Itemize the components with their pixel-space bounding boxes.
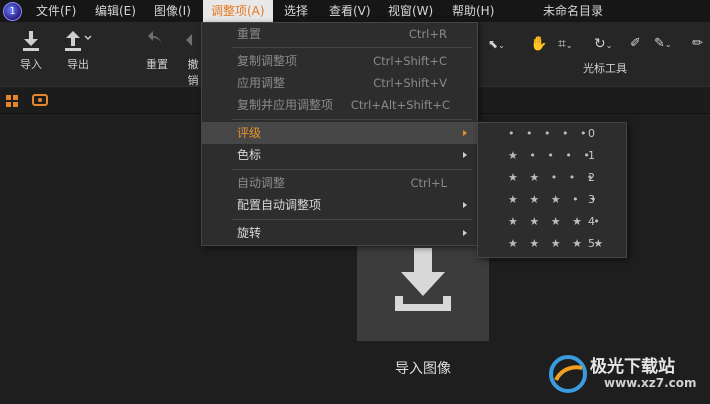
picker-tool-icon[interactable]: ✎⌄ — [654, 32, 672, 56]
menu-item-color-label[interactable]: 色标 — [202, 144, 477, 166]
menu-item-label: 应用调整 — [237, 76, 286, 90]
rating-item-0[interactable]: • • • • • 0 — [478, 123, 626, 145]
menu-adjust[interactable]: 调整项(A) — [203, 0, 273, 22]
undo-label: 撤销 — [187, 58, 199, 87]
viewer-eye-icon[interactable] — [32, 94, 48, 106]
menu-item-shortcut: Ctrl+Shift+V — [373, 76, 447, 90]
menu-item-shortcut: Ctrl+L — [410, 176, 447, 190]
export-icon — [65, 31, 92, 51]
import-image-label: 导入图像 — [395, 361, 451, 377]
app-logo-icon: 1 — [3, 2, 22, 21]
menu-item-label: 旋转 — [237, 226, 262, 240]
rating-stars: ★ ★ • • • — [508, 171, 598, 184]
adjust-menu: 重置 Ctrl+R 复制调整项 Ctrl+Shift+C 应用调整 Ctrl+S… — [201, 22, 478, 246]
rating-item-3[interactable]: ★ ★ ★ • • 3 — [478, 189, 626, 211]
document-title: 未命名目录 — [543, 4, 604, 18]
undo-icon — [186, 34, 192, 46]
watermark-url: www.xz7.com — [604, 376, 697, 390]
undo-button[interactable]: 撤销 — [184, 30, 202, 88]
rating-value: 5 — [588, 237, 595, 250]
rating-value: 4 — [588, 215, 595, 228]
menu-item-label: 复制并应用调整项 — [237, 98, 334, 112]
brush-tool-icon[interactable]: ✏ — [692, 32, 703, 56]
menu-view[interactable]: 查看(V) — [329, 0, 371, 22]
menu-item-auto-adjust[interactable]: 自动调整 Ctrl+L — [202, 172, 477, 194]
menu-item-shortcut: Ctrl+R — [408, 27, 447, 41]
rating-value: 1 — [588, 149, 595, 162]
submenu-arrow-icon — [463, 230, 467, 236]
rating-submenu: • • • • • 0 ★ • • • • 1 ★ ★ • • • 2 ★ ★ … — [477, 122, 627, 258]
submenu-arrow-icon — [463, 130, 467, 136]
watermark-name: 极光下载站 — [590, 357, 675, 377]
select-tool-icon[interactable]: ⬉⌄ — [488, 32, 505, 56]
menu-item-copy-adjustments[interactable]: 复制调整项 Ctrl+Shift+C — [202, 50, 477, 72]
menu-item-shortcut: Ctrl+Shift+C — [373, 54, 447, 68]
menu-file[interactable]: 文件(F) — [36, 0, 76, 22]
rating-stars: • • • • • — [508, 127, 591, 140]
menu-item-configure-auto-adjust[interactable]: 配置自动调整项 — [202, 194, 477, 216]
menu-select[interactable]: 选择 — [284, 0, 308, 22]
menu-help[interactable]: 帮助(H) — [452, 0, 494, 22]
rotate-tool-icon[interactable]: ↻⌄ — [594, 32, 612, 56]
menu-item-label: 复制调整项 — [237, 54, 298, 68]
menu-bar: 1 文件(F) 编辑(E) 图像(I) 调整项(A) 选择 查看(V) 视窗(W… — [0, 0, 710, 22]
menu-item-apply-adjustments[interactable]: 应用调整 Ctrl+Shift+V — [202, 72, 477, 94]
menu-item-rotate[interactable]: 旋转 — [202, 222, 477, 244]
crop-tool-icon[interactable]: ⌗⌄ — [558, 32, 573, 56]
rating-value: 2 — [588, 171, 595, 184]
import-icon — [23, 31, 39, 51]
export-label: 导出 — [67, 58, 89, 71]
watermark: 极光下载站 www.xz7.com — [548, 350, 708, 400]
menu-item-label: 重置 — [237, 27, 262, 41]
menu-separator — [232, 119, 472, 120]
menu-item-reset[interactable]: 重置 Ctrl+R — [202, 23, 477, 45]
menu-item-rating[interactable]: 评级 — [202, 122, 477, 144]
menu-separator — [232, 219, 472, 220]
reset-button[interactable]: 重置 — [142, 30, 172, 72]
menu-item-label: 配置自动调整项 — [237, 198, 322, 212]
menu-item-copy-apply-adjustments[interactable]: 复制并应用调整项 Ctrl+Alt+Shift+C — [202, 94, 477, 116]
menu-item-label: 色标 — [237, 148, 262, 162]
menu-item-label: 自动调整 — [237, 176, 286, 190]
reset-icon — [148, 31, 162, 47]
rating-value: 3 — [588, 193, 595, 206]
rating-stars: ★ • • • • — [508, 149, 594, 162]
hand-tool-icon[interactable]: ✋ — [530, 32, 547, 56]
menu-window[interactable]: 视窗(W) — [388, 0, 433, 22]
heal-tool-icon[interactable]: ✐ — [630, 32, 641, 56]
grid-view-icon[interactable] — [6, 95, 18, 107]
rating-item-1[interactable]: ★ • • • • 1 — [478, 145, 626, 167]
menu-separator — [232, 169, 472, 170]
rating-value: 0 — [588, 127, 595, 140]
rating-item-2[interactable]: ★ ★ • • • 2 — [478, 167, 626, 189]
rating-stars: ★ ★ ★ • • — [508, 193, 601, 206]
watermark-logo-icon — [549, 355, 587, 393]
import-button[interactable]: 导入 — [14, 30, 48, 72]
menu-item-label: 评级 — [237, 126, 262, 140]
rating-item-4[interactable]: ★ ★ ★ ★ • 4 — [478, 211, 626, 233]
export-button[interactable]: 导出 — [58, 30, 98, 72]
menu-separator — [232, 47, 472, 48]
submenu-arrow-icon — [463, 202, 467, 208]
cursor-tools-label: 光标工具 — [583, 62, 627, 75]
menu-edit[interactable]: 编辑(E) — [95, 0, 136, 22]
rating-item-5[interactable]: ★ ★ ★ ★ ★ 5 — [478, 233, 626, 255]
import-label: 导入 — [20, 58, 42, 71]
menu-image[interactable]: 图像(I) — [154, 0, 191, 22]
reset-label: 重置 — [146, 58, 168, 71]
menu-item-shortcut: Ctrl+Alt+Shift+C — [350, 98, 450, 112]
submenu-arrow-icon — [463, 152, 467, 158]
